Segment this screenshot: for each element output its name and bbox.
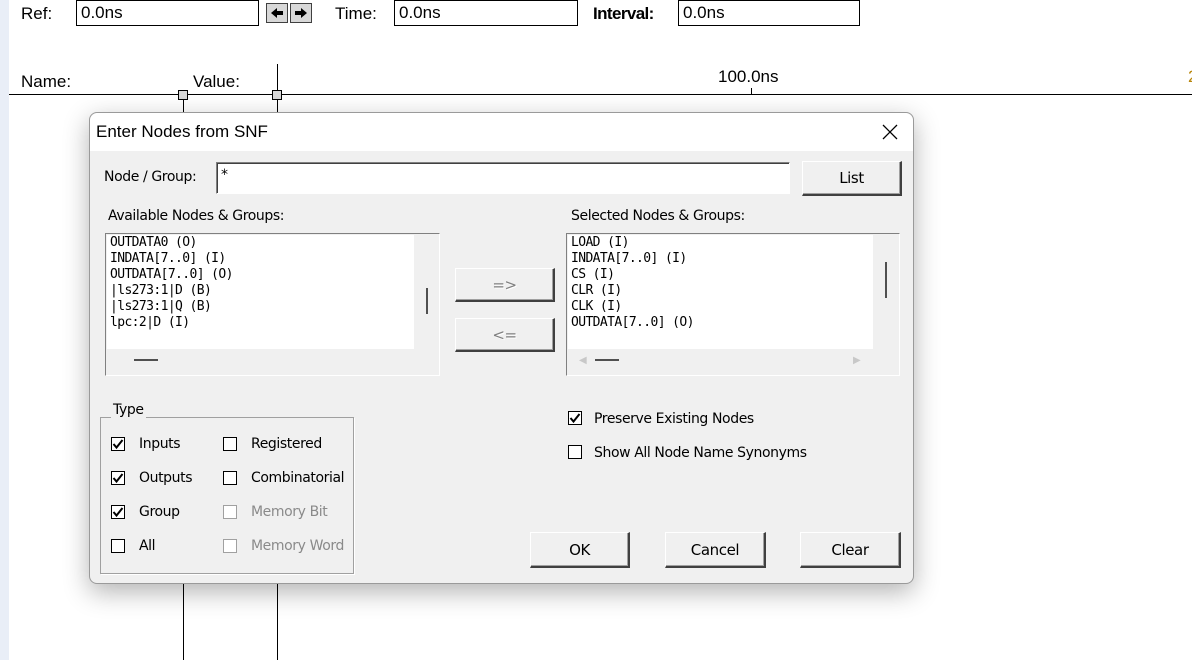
type-inputs-label: Inputs — [139, 436, 181, 452]
show-synonyms-label: Show All Node Name Synonyms — [594, 445, 807, 461]
available-nodes-label: Available Nodes & Groups: — [108, 208, 285, 224]
type-registered-checkbox[interactable] — [223, 437, 237, 451]
value-divider-handle[interactable] — [272, 90, 282, 100]
list-button[interactable]: List — [802, 161, 902, 196]
selected-nodes-items: LOAD (I) INDATA[7..0] (I) CS (I) CLR (I) CLK… — [568, 235, 873, 349]
checkmark-icon — [112, 439, 124, 450]
checkmark-icon — [569, 413, 581, 424]
type-outputs-checkbox[interactable] — [111, 471, 125, 485]
time-ruler-label: 100.0ns — [718, 67, 779, 86]
ref-field[interactable]: 0.0ns — [76, 0, 259, 26]
available-nodes-list[interactable]: OUTDATA0 (O) INDATA[7..0] (I) OUTDATA[7..0… — [105, 233, 440, 376]
ruler-tick — [751, 88, 752, 95]
ref-arrow-buttons — [266, 3, 312, 23]
previous-transition-button[interactable] — [266, 3, 288, 23]
ruler-edge-mark: 2 — [1188, 67, 1192, 87]
node-group-input[interactable]: * — [216, 162, 790, 194]
type-registered-label: Registered — [251, 436, 322, 452]
type-groupbox-label: Type — [111, 402, 146, 418]
remove-node-button[interactable]: <= — [455, 318, 555, 352]
list-item[interactable]: INDATA[7..0] (I) — [107, 251, 414, 267]
clear-button[interactable]: Clear — [800, 532, 901, 568]
value-column-header: Value: — [193, 72, 240, 91]
show-synonyms-checkbox[interactable] — [568, 445, 582, 459]
name-divider-handle[interactable] — [178, 90, 188, 100]
node-group-label: Node / Group: — [104, 169, 197, 185]
ref-label: Ref: — [21, 4, 53, 23]
cancel-button[interactable]: Cancel — [665, 532, 766, 568]
available-vertical-scroll-thumb[interactable] — [426, 288, 428, 314]
list-item[interactable]: CS (I) — [568, 267, 873, 283]
ok-button[interactable]: OK — [530, 532, 630, 568]
list-item[interactable]: CLR (I) — [568, 283, 873, 299]
time-label: Time: — [335, 4, 377, 23]
selected-nodes-label: Selected Nodes & Groups: — [571, 208, 745, 224]
left-edge-strip — [0, 0, 9, 660]
type-memory-bit-checkbox — [223, 505, 237, 519]
type-all-label: All — [139, 538, 156, 554]
type-memory-word-checkbox — [223, 539, 237, 553]
type-outputs-label: Outputs — [139, 470, 193, 486]
type-group-checkbox[interactable] — [111, 505, 125, 519]
type-memory-word-label: Memory Word — [251, 538, 344, 554]
node-group-input-value: * — [221, 167, 228, 183]
type-all-checkbox[interactable] — [111, 539, 125, 553]
close-button[interactable] — [876, 118, 904, 146]
type-inputs-checkbox[interactable] — [111, 437, 125, 451]
arrow-right-icon — [295, 8, 307, 18]
type-memory-bit-label: Memory Bit — [251, 504, 328, 520]
scroll-right-arrow-icon[interactable]: ▶ — [853, 355, 861, 366]
type-combinatorial-checkbox[interactable] — [223, 471, 237, 485]
close-icon — [882, 124, 898, 140]
list-item[interactable]: LOAD (I) — [568, 235, 873, 251]
list-item[interactable]: OUTDATA[7..0] (O) — [568, 315, 873, 331]
selected-nodes-list[interactable]: LOAD (I) INDATA[7..0] (I) CS (I) CLR (I) CLK… — [566, 233, 900, 376]
list-item[interactable]: INDATA[7..0] (I) — [568, 251, 873, 267]
list-item[interactable]: CLK (I) — [568, 299, 873, 315]
enter-nodes-dialog: Enter Nodes from SNF Node / Group: * Lis… — [89, 112, 914, 584]
available-horizontal-scroll-thumb[interactable] — [134, 359, 158, 361]
interval-label: Interval: — [593, 4, 654, 23]
available-nodes-items: OUTDATA0 (O) INDATA[7..0] (I) OUTDATA[7..0… — [107, 235, 414, 349]
checkmark-icon — [112, 473, 124, 484]
next-transition-button[interactable] — [290, 3, 312, 23]
interval-field[interactable]: 0.0ns — [678, 0, 860, 26]
checkmark-icon — [112, 507, 124, 518]
type-group-label: Group — [139, 504, 180, 520]
selected-vertical-scroll-thumb[interactable] — [885, 262, 887, 298]
list-item[interactable]: |ls273:1|D (B) — [107, 283, 414, 299]
arrow-left-icon — [271, 8, 283, 18]
list-item[interactable]: |ls273:1|Q (B) — [107, 299, 414, 315]
type-combinatorial-label: Combinatorial — [251, 470, 345, 486]
name-column-header: Name: — [21, 72, 72, 91]
scroll-left-arrow-icon[interactable]: ◀ — [579, 355, 587, 366]
list-item[interactable]: OUTDATA0 (O) — [107, 235, 414, 251]
preserve-existing-label: Preserve Existing Nodes — [594, 411, 754, 427]
remove-node-button-label: <= — [492, 325, 517, 344]
dialog-title: Enter Nodes from SNF — [96, 122, 268, 141]
add-node-button[interactable]: => — [455, 268, 555, 302]
list-item[interactable]: OUTDATA[7..0] (O) — [107, 267, 414, 283]
list-item[interactable]: lpc:2|D (I) — [107, 315, 414, 331]
time-field[interactable]: 0.0ns — [394, 0, 578, 26]
add-node-button-label: => — [492, 275, 517, 294]
selected-horizontal-scroll-thumb[interactable] — [595, 359, 619, 361]
preserve-existing-checkbox[interactable] — [568, 411, 582, 425]
